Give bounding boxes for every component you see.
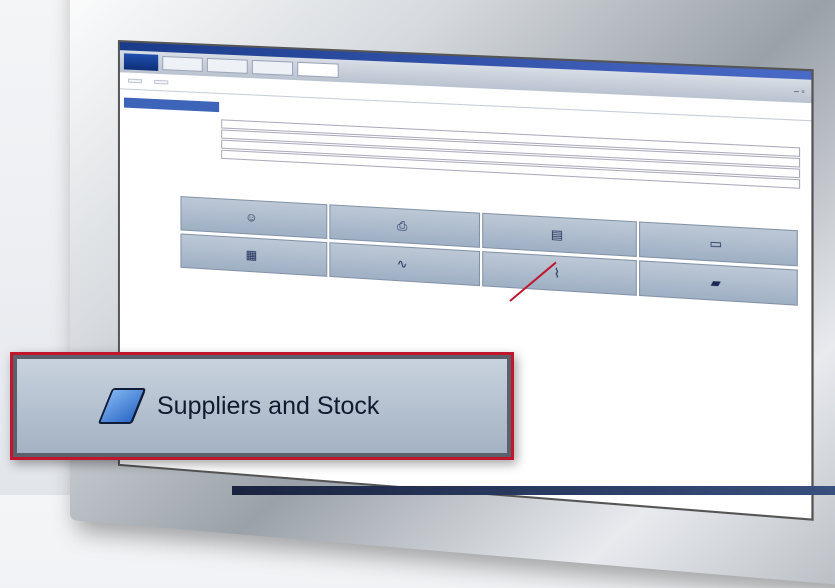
module-button-7[interactable]: ⌇ — [482, 251, 637, 296]
suppliers-and-stock-callout-button[interactable]: Suppliers and Stock — [17, 359, 507, 453]
module-button-4[interactable]: ▭ — [639, 221, 798, 267]
form-label — [130, 139, 221, 144]
toolbar-button-2[interactable] — [154, 79, 169, 85]
folder-icon: ▭ — [709, 235, 722, 252]
menu-tab-1[interactable] — [162, 55, 203, 72]
calculator-icon: ▦ — [245, 247, 258, 263]
toolbar-button-1[interactable] — [127, 78, 143, 84]
module-button-6[interactable]: ∿ — [329, 242, 481, 287]
menu-tab-2[interactable] — [206, 57, 248, 74]
search-form — [120, 107, 811, 195]
chart-icon: ⌇ — [553, 265, 560, 281]
window-controls-icon[interactable]: – ▫ — [794, 86, 805, 96]
suppliers-and-stock-button[interactable]: ▰ — [639, 260, 798, 306]
callout-zoom: Suppliers and Stock — [10, 352, 514, 460]
callout-label: Suppliers and Stock — [157, 391, 380, 420]
module-button-2[interactable]: ⎙ — [329, 204, 481, 248]
menu-tab-4[interactable] — [297, 61, 339, 78]
module-button-3[interactable]: ▤ — [482, 212, 637, 258]
menu-tab-3[interactable] — [251, 59, 294, 76]
form-label — [130, 129, 221, 134]
book-icon — [97, 386, 149, 426]
form-label — [130, 149, 221, 154]
person-icon: ☺ — [245, 209, 258, 225]
monitor-frame: – ▫ ☺ ⎙ ▤ ▭ ▦ ∿ ⌇ ▰ — [70, 0, 835, 588]
book-icon: ▰ — [710, 275, 721, 291]
bottom-screen-strip — [232, 486, 835, 495]
module-button-5[interactable]: ▦ — [180, 233, 328, 277]
document-icon: ▤ — [550, 226, 563, 243]
app-logo — [123, 53, 159, 71]
signature-icon: ∿ — [396, 256, 408, 272]
printer-icon: ⎙ — [397, 217, 408, 233]
module-button-grid: ☺ ⎙ ▤ ▭ ▦ ∿ ⌇ ▰ — [180, 196, 800, 309]
form-label — [130, 119, 221, 123]
module-button-1[interactable]: ☺ — [180, 196, 328, 239]
